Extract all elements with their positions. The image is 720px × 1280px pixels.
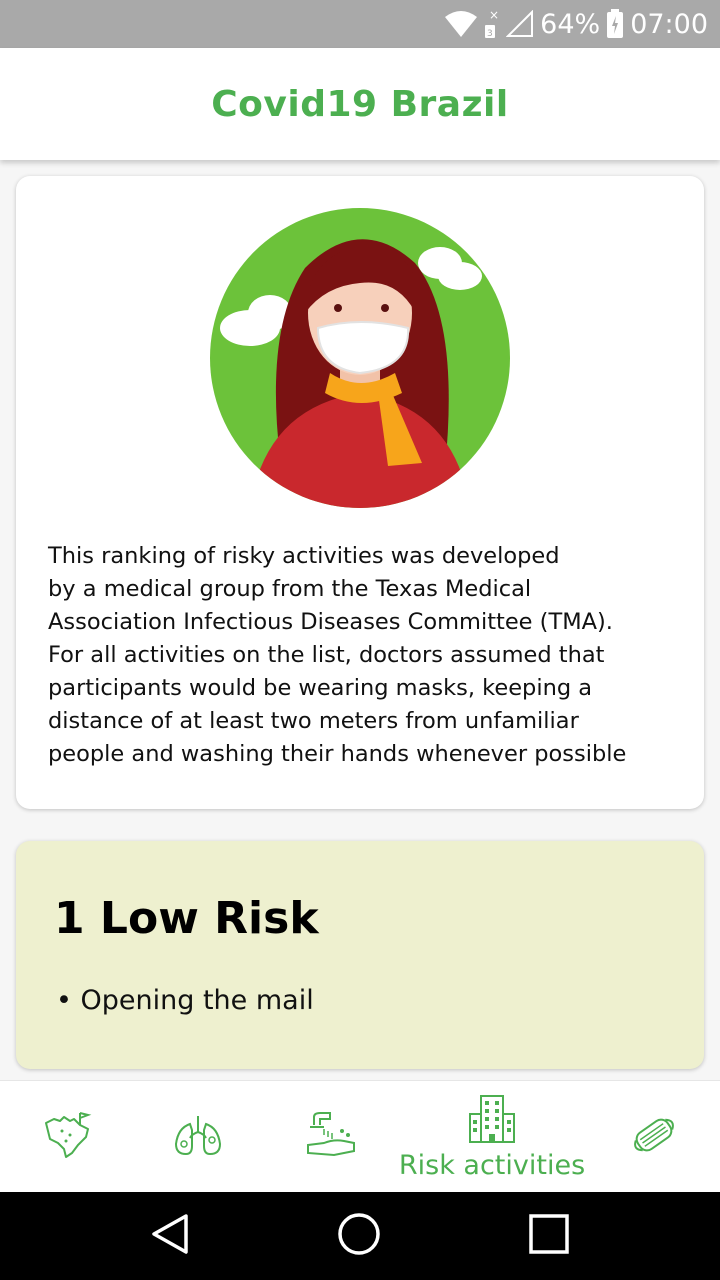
battery-icon [606, 9, 624, 39]
back-triangle-icon [150, 1213, 190, 1259]
nav-item-risk-activities[interactable]: Risk activities [392, 1081, 592, 1193]
intro-line: This ranking of risky activities was dev… [48, 543, 560, 569]
signal-icon [506, 10, 534, 38]
battery-percent: 64% [540, 8, 601, 40]
clock: 07:00 [630, 8, 708, 40]
nav-item-lungs[interactable] [152, 1081, 244, 1193]
risk-item: • Opening the mail [56, 985, 314, 1016]
recents-square-icon [528, 1213, 570, 1259]
no-sim-icon: × 3 [484, 9, 500, 39]
intro-card: This ranking of risky activities was dev… [16, 176, 704, 809]
recents-button[interactable] [489, 1192, 609, 1280]
intro-line: Association Infectious Diseases Committe… [48, 609, 613, 635]
status-bar: × 3 64% 07:00 [0, 0, 720, 48]
home-circle-icon [337, 1212, 381, 1260]
face-mask-icon [628, 1109, 680, 1165]
svg-text:×: × [489, 9, 499, 22]
system-navigation-bar [0, 1192, 720, 1280]
nav-item-brazil-map[interactable] [20, 1081, 112, 1193]
content-scroll[interactable]: This ranking of risky activities was dev… [0, 160, 720, 1080]
nav-label-risk-activities: Risk activities [398, 1149, 586, 1181]
intro-line: For all activities on the list, doctors … [48, 642, 605, 668]
risk-title: 1 Low Risk [54, 893, 319, 944]
status-icons: × 3 64% 07:00 [444, 0, 708, 48]
bottom-navigation: Risk activities [0, 1080, 720, 1192]
nav-item-hand-washing[interactable] [284, 1081, 376, 1193]
intro-line: people and washing their hands whenever … [48, 741, 627, 767]
app-title: Covid19 Brazil [211, 83, 509, 125]
buildings-icon [467, 1094, 517, 1148]
intro-line: participants would be wearing masks, kee… [48, 675, 593, 701]
woman-wearing-mask-illustration [210, 208, 510, 508]
brazil-map-icon [40, 1109, 92, 1165]
lungs-icon [172, 1112, 224, 1162]
home-button[interactable] [299, 1192, 419, 1280]
low-risk-card: 1 Low Risk • Opening the mail [16, 841, 704, 1069]
intro-text: This ranking of risky activities was dev… [48, 540, 688, 771]
svg-text:3: 3 [487, 29, 493, 39]
intro-line: distance of at least two meters from unf… [48, 708, 579, 734]
wifi-icon [444, 10, 478, 38]
back-button[interactable] [110, 1192, 230, 1280]
hand-washing-icon [304, 1109, 356, 1165]
nav-item-face-mask[interactable] [608, 1081, 700, 1193]
app-bar: Covid19 Brazil [0, 48, 720, 160]
intro-line: by a medical group from the Texas Medica… [48, 576, 532, 602]
